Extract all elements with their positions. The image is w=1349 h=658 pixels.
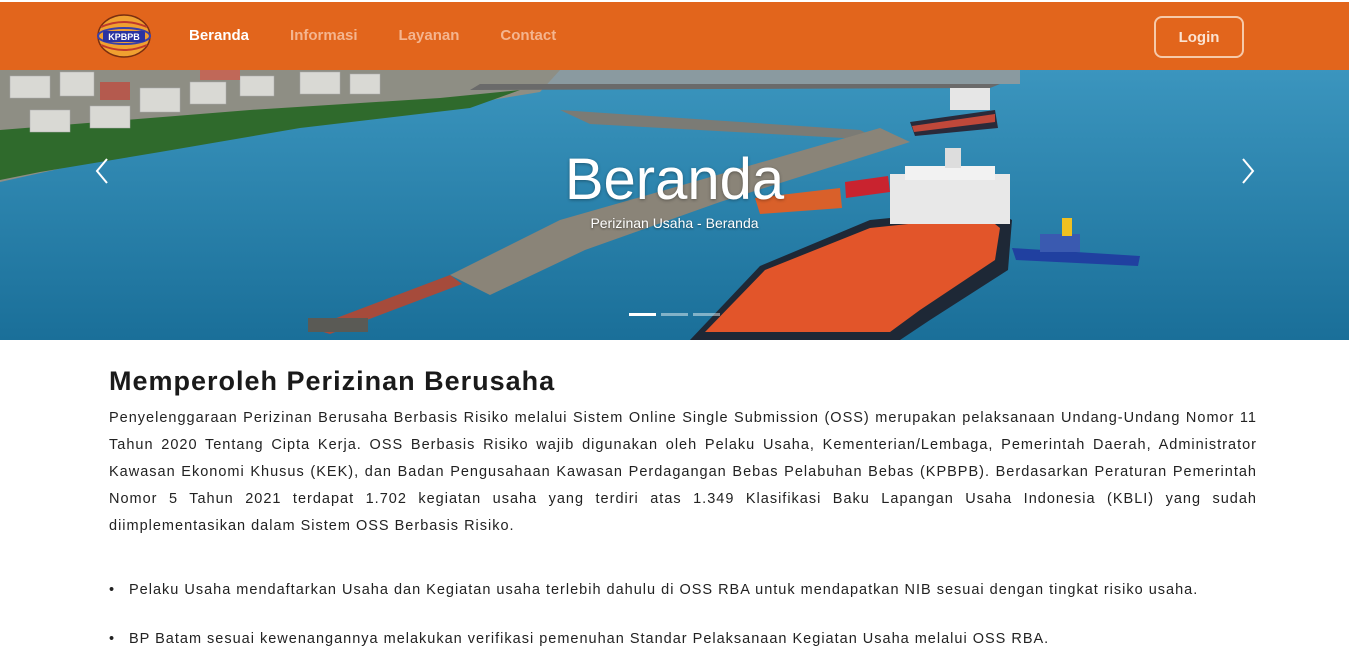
logo-text: KPBPB: [108, 32, 140, 42]
carousel-next-button[interactable]: [1236, 156, 1260, 186]
navbar: KPBPB Beranda Informasi Layanan Contact …: [0, 0, 1349, 70]
carousel-indicator-2[interactable]: [661, 313, 688, 316]
bullet-list: Pelaku Usaha mendaftarkan Usaha dan Kegi…: [109, 577, 1257, 653]
hero-subtitle: Perizinan Usaha - Beranda: [590, 215, 759, 231]
hero-title: Beranda: [564, 147, 785, 212]
nav-layanan[interactable]: Layanan: [399, 27, 460, 44]
section-title: Memperoleh Perizinan Berusaha: [109, 366, 556, 396]
nav-links: Beranda Informasi Layanan Contact: [189, 27, 597, 44]
carousel-indicator-1[interactable]: [629, 313, 656, 316]
kpbpb-logo[interactable]: KPBPB: [93, 13, 155, 59]
nav-contact[interactable]: Contact: [500, 27, 556, 44]
list-item: BP Batam sesuai kewenangannya melakukan …: [109, 626, 1257, 653]
login-button[interactable]: Login: [1154, 16, 1244, 58]
carousel-indicator-3[interactable]: [693, 313, 720, 316]
hero-carousel: Beranda Perizinan Usaha - Beranda: [0, 70, 1349, 340]
nav-beranda[interactable]: Beranda: [189, 27, 249, 44]
nav-informasi[interactable]: Informasi: [290, 27, 358, 44]
chevron-left-icon: [95, 158, 108, 184]
intro-paragraph: Penyelenggaraan Perizinan Berusaha Berba…: [109, 410, 1257, 534]
chevron-right-icon: [1242, 158, 1255, 184]
carousel-indicators: [629, 313, 720, 316]
list-item: Pelaku Usaha mendaftarkan Usaha dan Kegi…: [109, 577, 1257, 604]
main-content: Memperoleh Perizinan Berusaha Penyelengg…: [109, 366, 1257, 540]
carousel-prev-button[interactable]: [90, 156, 114, 186]
